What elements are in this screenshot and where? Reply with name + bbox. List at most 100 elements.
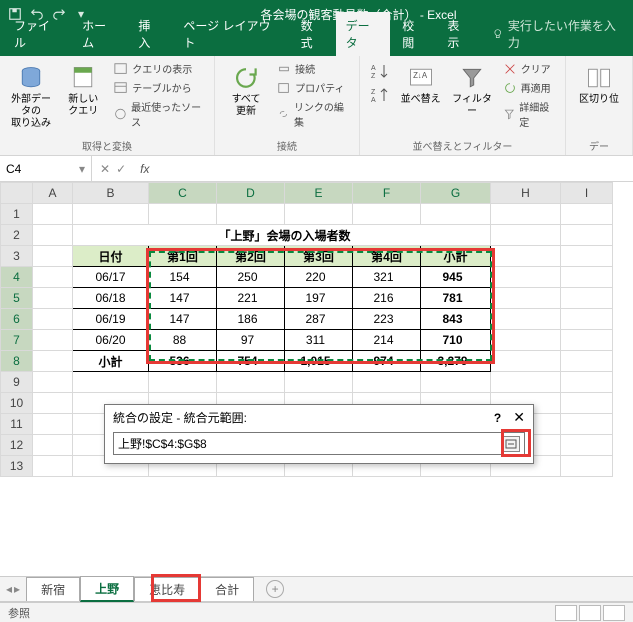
grand-total-cell[interactable]: 3,279 — [421, 351, 491, 372]
cell[interactable] — [33, 225, 73, 246]
header-r4[interactable]: 第4回 — [353, 246, 421, 267]
cell[interactable] — [491, 204, 561, 225]
cell[interactable] — [33, 267, 73, 288]
data-cell[interactable]: 147 — [149, 288, 217, 309]
cell[interactable] — [561, 309, 613, 330]
cell[interactable] — [561, 456, 613, 477]
view-normal-button[interactable] — [555, 605, 577, 621]
cell[interactable] — [217, 372, 285, 393]
from-table-button[interactable]: テーブルから — [112, 79, 206, 96]
row-header[interactable]: 11 — [1, 414, 33, 435]
col-header[interactable]: G — [421, 183, 491, 204]
row-header[interactable]: 9 — [1, 372, 33, 393]
cell[interactable] — [33, 330, 73, 351]
cell[interactable] — [33, 309, 73, 330]
sort-az-button[interactable]: AZ — [368, 60, 392, 82]
fx-label[interactable]: fx — [134, 162, 149, 176]
data-cell[interactable]: 214 — [353, 330, 421, 351]
cell[interactable] — [491, 372, 561, 393]
tab-insert[interactable]: 挿入 — [128, 12, 171, 56]
view-layout-button[interactable] — [579, 605, 601, 621]
sheet-tab-ebisu[interactable]: 恵比寿 — [134, 577, 200, 601]
cell[interactable] — [217, 204, 285, 225]
total-cell[interactable]: 974 — [353, 351, 421, 372]
data-cell[interactable]: 88 — [149, 330, 217, 351]
row-header[interactable]: 8 — [1, 351, 33, 372]
cell[interactable] — [73, 372, 149, 393]
cell[interactable] — [421, 372, 491, 393]
cell[interactable] — [33, 351, 73, 372]
cell[interactable] — [33, 246, 73, 267]
expand-dialog-icon[interactable] — [502, 436, 520, 452]
advanced-filter-button[interactable]: 詳細設定 — [501, 98, 557, 130]
redo-icon[interactable] — [50, 5, 68, 23]
col-header[interactable]: H — [491, 183, 561, 204]
sheet-tab-shinjuku[interactable]: 新宿 — [26, 577, 80, 601]
sheet-tab-total[interactable]: 合計 — [200, 577, 254, 601]
qat-dropdown-icon[interactable]: ▾ — [72, 5, 90, 23]
data-cell[interactable]: 216 — [353, 288, 421, 309]
date-cell[interactable]: 06/18 — [73, 288, 149, 309]
row-header[interactable]: 2 — [1, 225, 33, 246]
cell[interactable] — [561, 435, 613, 456]
cell[interactable] — [491, 288, 561, 309]
cell[interactable] — [491, 309, 561, 330]
cell[interactable] — [491, 330, 561, 351]
tab-data[interactable]: データ — [336, 12, 391, 56]
data-cell[interactable]: 321 — [353, 267, 421, 288]
properties-button[interactable]: プロパティ — [275, 79, 351, 96]
total-cell[interactable]: 536 — [149, 351, 217, 372]
data-cell[interactable]: 97 — [217, 330, 285, 351]
row-header[interactable]: 7 — [1, 330, 33, 351]
dialog-range-input[interactable]: 上野!$C$4:$G$8 — [113, 432, 525, 455]
cell[interactable] — [33, 288, 73, 309]
tab-layout[interactable]: ページ レイアウト — [173, 12, 288, 56]
tab-review[interactable]: 校閲 — [392, 12, 435, 56]
col-header[interactable]: I — [561, 183, 613, 204]
subtotal-cell[interactable]: 945 — [421, 267, 491, 288]
header-r3[interactable]: 第3回 — [285, 246, 353, 267]
filter-button[interactable]: フィルター — [449, 60, 494, 118]
connections-button[interactable]: 接続 — [275, 60, 351, 77]
cell[interactable] — [33, 456, 73, 477]
refresh-all-button[interactable]: すべて 更新 — [223, 60, 269, 118]
cell[interactable] — [561, 225, 613, 246]
cell[interactable] — [33, 435, 73, 456]
cell[interactable] — [33, 372, 73, 393]
cell[interactable] — [353, 204, 421, 225]
cell[interactable] — [561, 330, 613, 351]
subtotal-cell[interactable]: 710 — [421, 330, 491, 351]
undo-icon[interactable] — [28, 5, 46, 23]
text-to-columns-button[interactable]: 区切り位 — [574, 60, 624, 106]
data-cell[interactable]: 311 — [285, 330, 353, 351]
tab-formulas[interactable]: 数式 — [291, 12, 334, 56]
col-header[interactable]: E — [285, 183, 353, 204]
cell[interactable] — [285, 372, 353, 393]
cell[interactable] — [149, 372, 217, 393]
add-sheet-button[interactable]: + — [266, 580, 284, 598]
col-header[interactable]: A — [33, 183, 73, 204]
accept-formula-icon[interactable]: ✓ — [116, 162, 126, 176]
cell[interactable] — [73, 204, 149, 225]
cell[interactable] — [33, 393, 73, 414]
data-cell[interactable]: 186 — [217, 309, 285, 330]
consolidate-dialog[interactable]: 統合の設定 - 統合元範囲: ? ✕ 上野!$C$4:$G$8 — [104, 404, 534, 464]
tab-view[interactable]: 表示 — [437, 12, 480, 56]
cell[interactable] — [353, 372, 421, 393]
data-cell[interactable]: 221 — [217, 288, 285, 309]
row-header[interactable]: 6 — [1, 309, 33, 330]
total-cell[interactable]: 1,015 — [285, 351, 353, 372]
subtotal-cell[interactable]: 843 — [421, 309, 491, 330]
col-header[interactable]: B — [73, 183, 149, 204]
subtotal-cell[interactable]: 781 — [421, 288, 491, 309]
view-pagebreak-button[interactable] — [603, 605, 625, 621]
select-all-corner[interactable] — [1, 183, 33, 204]
row-header[interactable]: 3 — [1, 246, 33, 267]
cell[interactable] — [561, 414, 613, 435]
cell[interactable] — [149, 204, 217, 225]
header-date[interactable]: 日付 — [73, 246, 149, 267]
cancel-formula-icon[interactable]: ✕ — [100, 162, 110, 176]
row-header[interactable]: 10 — [1, 393, 33, 414]
new-query-button[interactable]: 新しい クエリ — [60, 60, 106, 118]
cell[interactable] — [561, 288, 613, 309]
